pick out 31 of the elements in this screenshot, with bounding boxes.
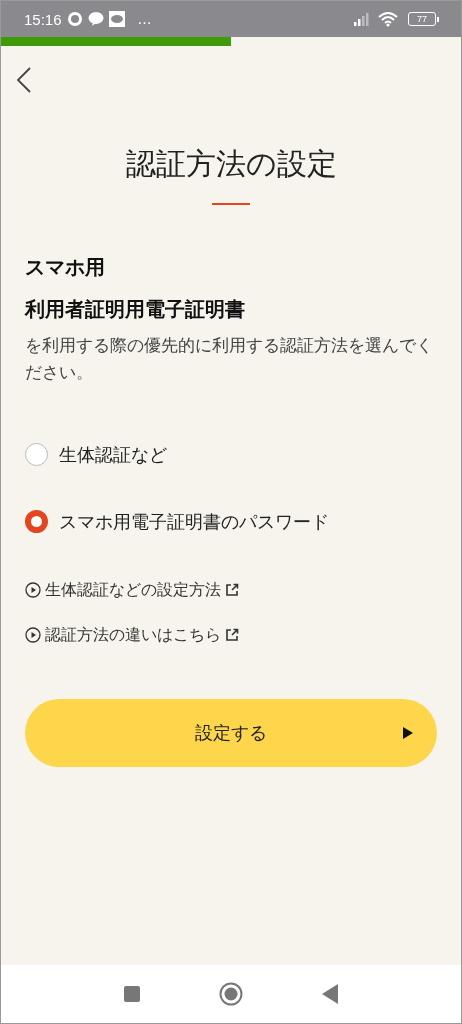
back-icon[interactable] [16,67,32,93]
recents-icon[interactable] [123,985,141,1003]
external-link-icon [225,628,239,642]
home-icon[interactable] [219,982,243,1006]
external-link-icon [225,583,239,597]
radio-button[interactable] [25,443,48,466]
back-nav-icon[interactable] [321,984,339,1004]
battery-level: 77 [417,14,427,24]
signal-icon [354,12,372,26]
play-icon [403,727,413,739]
option-label: 生体認証など [59,443,167,467]
chat-bubble-icon [87,11,104,27]
help-link[interactable]: 生体認証などの設定方法 [45,578,221,602]
page-title: 認証方法の設定 [124,145,338,183]
section-heading: 利用者証明用電子証明書 [25,296,246,323]
radio-option[interactable]: 生体認証など [25,440,437,469]
status-time: 15:16 [24,10,62,28]
notification-icon [66,11,83,27]
set-button[interactable]: 設定する [25,699,437,767]
wifi-icon [377,11,399,27]
section-heading: スマホ用 [25,254,106,281]
play-circle-icon [25,627,41,643]
play-circle-icon [25,582,41,598]
radio-button[interactable] [25,510,48,533]
description-text: を利用する際の優先的に利用する認証方法を選んでください。 [25,335,434,384]
option-label: スマホ用電子証明書のパスワード [59,510,329,534]
title-underline [212,203,250,205]
more-notifications: … [137,11,152,27]
radio-option[interactable]: スマホ用電子証明書のパスワード [25,507,437,536]
help-link[interactable]: 認証方法の違いはこちら [45,623,221,647]
app-icon [108,11,125,27]
